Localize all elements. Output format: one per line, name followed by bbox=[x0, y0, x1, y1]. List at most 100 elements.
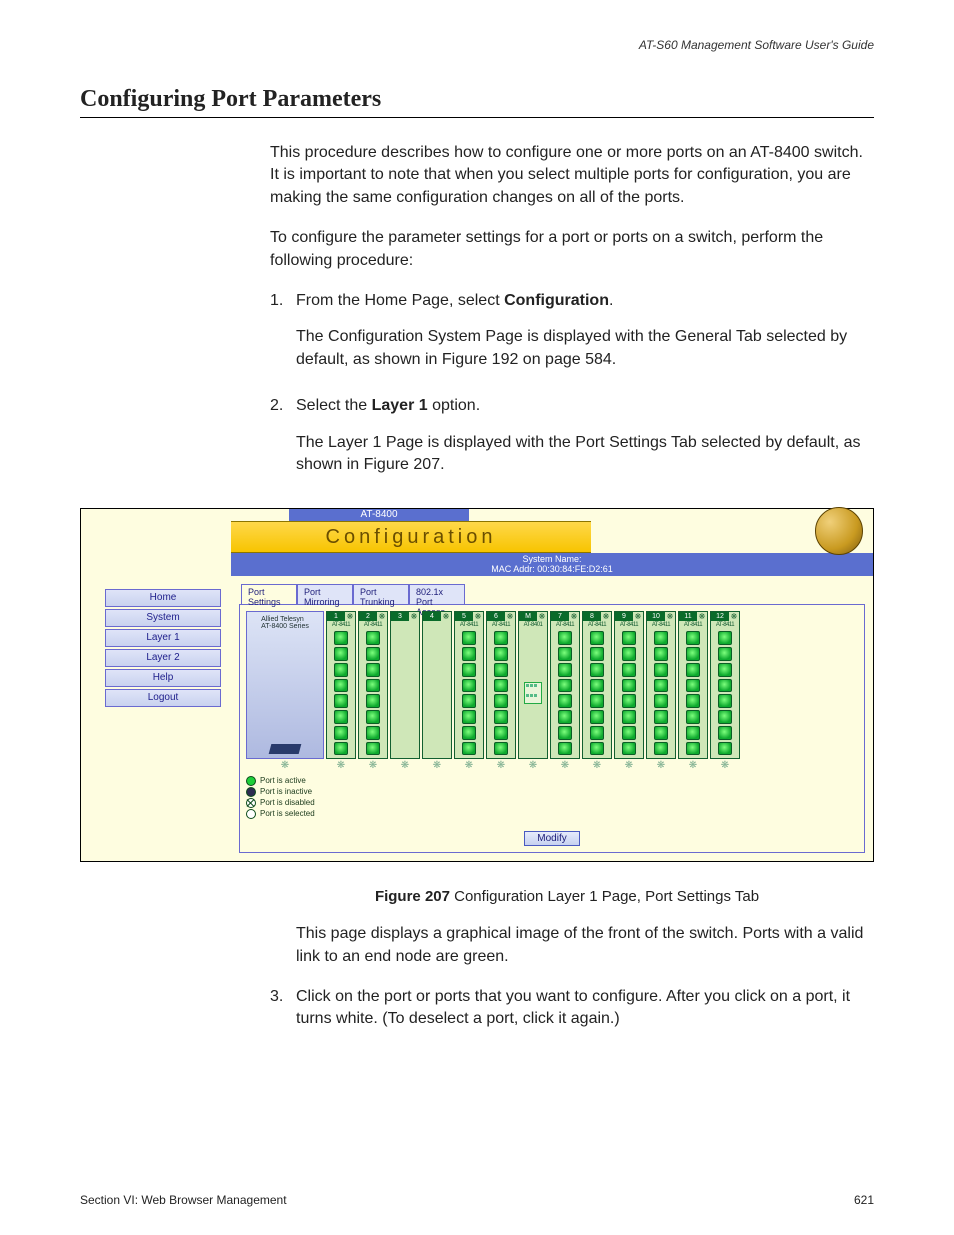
port[interactable] bbox=[622, 647, 636, 661]
port[interactable] bbox=[654, 694, 668, 708]
port[interactable] bbox=[718, 679, 732, 693]
port[interactable] bbox=[686, 663, 700, 677]
port[interactable] bbox=[462, 631, 476, 645]
port[interactable] bbox=[462, 726, 476, 740]
port[interactable] bbox=[590, 679, 604, 693]
port[interactable] bbox=[622, 679, 636, 693]
tab-802-1x-port-access[interactable]: 802.1x Port Access bbox=[409, 584, 465, 604]
port[interactable] bbox=[334, 726, 348, 740]
port[interactable] bbox=[558, 726, 572, 740]
port[interactable] bbox=[494, 710, 508, 724]
step-number: 3. bbox=[270, 986, 296, 1045]
port[interactable] bbox=[494, 694, 508, 708]
port[interactable] bbox=[558, 663, 572, 677]
port[interactable] bbox=[494, 647, 508, 661]
port[interactable] bbox=[686, 694, 700, 708]
port[interactable] bbox=[590, 694, 604, 708]
port[interactable] bbox=[718, 710, 732, 724]
port[interactable] bbox=[686, 726, 700, 740]
intro-paragraph-2: To configure the parameter settings for … bbox=[270, 227, 864, 272]
port[interactable] bbox=[334, 647, 348, 661]
port[interactable] bbox=[590, 742, 604, 756]
port[interactable] bbox=[622, 631, 636, 645]
port[interactable] bbox=[686, 710, 700, 724]
port[interactable] bbox=[654, 679, 668, 693]
port[interactable] bbox=[622, 742, 636, 756]
port[interactable] bbox=[462, 710, 476, 724]
chassis-badge: Allied TelesynAT-8400 Series bbox=[246, 611, 324, 759]
port[interactable] bbox=[718, 647, 732, 661]
port[interactable] bbox=[654, 742, 668, 756]
port[interactable] bbox=[558, 742, 572, 756]
port[interactable] bbox=[558, 647, 572, 661]
port[interactable] bbox=[558, 694, 572, 708]
tab-port-trunking[interactable]: Port Trunking bbox=[353, 584, 409, 604]
step-2-result: The Layer 1 Page is displayed with the P… bbox=[296, 432, 864, 477]
nav-layer-2[interactable]: Layer 2 bbox=[105, 649, 221, 667]
port[interactable] bbox=[590, 726, 604, 740]
nav-home[interactable]: Home bbox=[105, 589, 221, 607]
port[interactable] bbox=[494, 742, 508, 756]
port[interactable] bbox=[494, 726, 508, 740]
port[interactable] bbox=[622, 663, 636, 677]
mgmt-port[interactable] bbox=[524, 682, 542, 704]
port[interactable] bbox=[334, 694, 348, 708]
port[interactable] bbox=[366, 710, 380, 724]
port[interactable] bbox=[718, 663, 732, 677]
port[interactable] bbox=[366, 742, 380, 756]
port[interactable] bbox=[366, 631, 380, 645]
step-2-text: Select the Layer 1 option. bbox=[296, 395, 864, 417]
port[interactable] bbox=[654, 631, 668, 645]
port[interactable] bbox=[462, 679, 476, 693]
port[interactable] bbox=[494, 663, 508, 677]
port[interactable] bbox=[462, 647, 476, 661]
tab-port-mirroring[interactable]: Port Mirroring bbox=[297, 584, 353, 604]
port[interactable] bbox=[622, 710, 636, 724]
port[interactable] bbox=[334, 631, 348, 645]
port[interactable] bbox=[654, 726, 668, 740]
port[interactable] bbox=[366, 647, 380, 661]
port[interactable] bbox=[590, 647, 604, 661]
port[interactable] bbox=[686, 679, 700, 693]
port[interactable] bbox=[494, 679, 508, 693]
port[interactable] bbox=[590, 663, 604, 677]
port[interactable] bbox=[686, 631, 700, 645]
port[interactable] bbox=[558, 631, 572, 645]
nav-logout[interactable]: Logout bbox=[105, 689, 221, 707]
port[interactable] bbox=[686, 647, 700, 661]
port[interactable] bbox=[334, 710, 348, 724]
nav-layer-1[interactable]: Layer 1 bbox=[105, 629, 221, 647]
port[interactable] bbox=[334, 663, 348, 677]
port[interactable] bbox=[366, 726, 380, 740]
port[interactable] bbox=[718, 742, 732, 756]
figure-caption: Figure 207 Configuration Layer 1 Page, P… bbox=[270, 886, 864, 907]
port[interactable] bbox=[462, 663, 476, 677]
port[interactable] bbox=[654, 710, 668, 724]
port[interactable] bbox=[558, 710, 572, 724]
port[interactable] bbox=[462, 742, 476, 756]
port[interactable] bbox=[494, 631, 508, 645]
port[interactable] bbox=[622, 726, 636, 740]
tab-port-settings[interactable]: Port Settings bbox=[241, 584, 297, 604]
port[interactable] bbox=[558, 679, 572, 693]
port[interactable] bbox=[366, 663, 380, 677]
modify-button[interactable]: Modify bbox=[524, 831, 579, 846]
footer-page-number: 621 bbox=[854, 1193, 874, 1207]
port[interactable] bbox=[718, 726, 732, 740]
port[interactable] bbox=[654, 647, 668, 661]
port[interactable] bbox=[334, 679, 348, 693]
port[interactable] bbox=[334, 742, 348, 756]
port[interactable] bbox=[462, 694, 476, 708]
port[interactable] bbox=[366, 694, 380, 708]
port[interactable] bbox=[654, 663, 668, 677]
nav-system[interactable]: System bbox=[105, 609, 221, 627]
port[interactable] bbox=[718, 631, 732, 645]
port[interactable] bbox=[590, 710, 604, 724]
port[interactable] bbox=[622, 694, 636, 708]
port[interactable] bbox=[718, 694, 732, 708]
legend-active-icon bbox=[246, 776, 256, 786]
port[interactable] bbox=[366, 679, 380, 693]
nav-help[interactable]: Help bbox=[105, 669, 221, 687]
port[interactable] bbox=[590, 631, 604, 645]
port[interactable] bbox=[686, 742, 700, 756]
